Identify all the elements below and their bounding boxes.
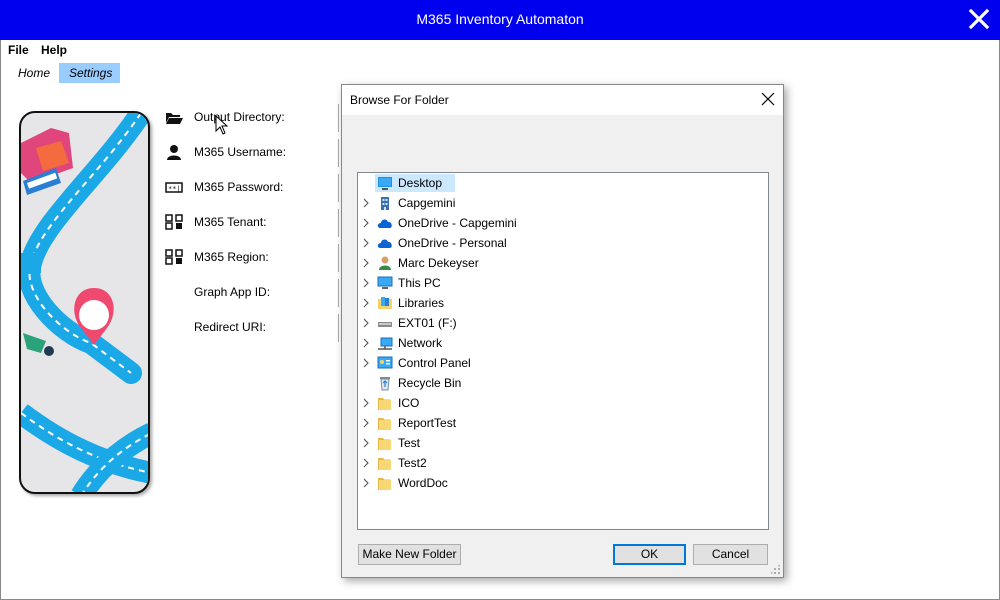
desktop-icon [378,177,392,190]
folder-icon [378,478,391,490]
tree-item[interactable]: This PC [358,273,768,293]
network-icon [378,337,393,350]
make-new-folder-button[interactable]: Make New Folder [358,544,461,565]
chevron-right-icon[interactable] [362,398,370,408]
tree-item[interactable]: WordDoc [358,473,768,493]
tree-item[interactable]: Marc Dekeyser [358,253,768,273]
map-illustration-graphic [21,113,148,492]
libraries-icon [378,297,392,309]
cancel-button[interactable]: Cancel [693,544,768,565]
tree-item[interactable]: Libraries [358,293,768,313]
tree-item[interactable]: Capgemini [358,193,768,213]
resize-grip-icon[interactable] [771,565,781,575]
chevron-right-icon[interactable] [362,318,370,328]
folder-icon [378,418,391,430]
graph-app-id-label: Graph App ID: [194,285,271,299]
window-title: M365 Inventory Automaton [416,11,584,27]
tree-item-label: Desktop [398,176,443,190]
chevron-right-icon[interactable] [362,458,370,468]
tab-home[interactable]: Home [8,63,60,83]
building-icon [381,197,389,210]
dialog-close-icon[interactable] [761,92,775,106]
tree-item-label: Test2 [398,456,427,470]
tab-settings[interactable]: Settings [59,63,120,83]
region-icon [165,249,183,265]
tree-item-label: Recycle Bin [398,376,462,390]
ok-button[interactable]: OK [613,544,686,565]
password-label: M365 Password: [194,180,284,194]
chevron-right-icon[interactable] [362,238,370,248]
menu-help[interactable]: Help [41,43,67,57]
chevron-right-icon[interactable] [362,278,370,288]
chevron-right-icon[interactable] [362,258,370,268]
folder-icon [378,458,391,470]
menu-file[interactable]: File [8,43,29,57]
tenant-label: M365 Tenant: [194,215,267,229]
tree-item-label: Test [398,436,421,450]
computer-icon [377,276,393,289]
output-directory-label: Output Directory: [194,110,285,124]
password-icon: **| [165,182,183,193]
dialog-title-bar: Browse For Folder [342,85,783,115]
tree-item-label: Network [398,336,443,350]
tree-item[interactable]: Network [358,333,768,353]
chevron-right-icon[interactable] [362,418,370,428]
cloud-icon [377,239,392,248]
tree-item[interactable]: Test [358,433,768,453]
folder-tree[interactable]: Desktop Capgemini OneDrive - Capgemini OneD… [357,172,769,530]
title-bar: M365 Inventory Automaton [0,0,1000,40]
chevron-right-icon[interactable] [362,478,370,488]
tree-item[interactable]: EXT01 (F:) [358,313,768,333]
tree-item-label: This PC [398,276,441,290]
tree-item-label: Libraries [398,296,445,310]
tree-item-label: Marc Dekeyser [398,256,479,270]
tree-item-label: ICO [398,396,420,410]
user-folder-icon [379,256,391,270]
tree-item-label: OneDrive - Personal [398,236,507,250]
dialog-title: Browse For Folder [350,93,449,107]
tenant-icon [165,214,183,230]
username-label: M365 Username: [194,145,287,159]
tree-item-label: OneDrive - Capgemini [398,216,517,230]
close-icon[interactable] [968,8,990,30]
tree-item[interactable]: ICO [358,393,768,413]
tree-item-label: ReportTest [398,416,457,430]
chevron-right-icon[interactable] [362,358,370,368]
browse-folder-dialog: Browse For Folder Desktop Capgemini OneDri… [341,84,784,578]
svg-text:**|: **| [168,185,181,193]
tree-item[interactable]: OneDrive - Capgemini [358,213,768,233]
chevron-right-icon[interactable] [362,218,370,228]
tree-item-label: Control Panel [398,356,471,370]
user-icon [167,145,181,160]
control-panel-icon [377,356,393,369]
tree-item-label: EXT01 (F:) [398,316,457,330]
tree-item[interactable]: OneDrive - Personal [358,233,768,253]
tree-item[interactable]: ReportTest [358,413,768,433]
menu-bar: File Help [0,41,1000,59]
recycle-bin-icon [380,377,390,391]
mouse-cursor-icon [215,115,229,135]
chevron-right-icon[interactable] [362,298,370,308]
chevron-right-icon[interactable] [362,198,370,208]
cloud-icon [377,219,392,228]
chevron-right-icon[interactable] [362,438,370,448]
tree-item-label: Capgemini [398,196,456,210]
tree-item[interactable]: Recycle Bin [358,373,768,393]
tree-item-label: WordDoc [398,476,448,490]
tree-item[interactable]: Test2 [358,453,768,473]
redirect-uri-label: Redirect URI: [194,320,267,334]
drive-icon [378,322,392,327]
tree-item[interactable]: Desktop [358,173,768,193]
chevron-right-icon[interactable] [362,338,370,348]
folder-icon [378,398,391,410]
tree-item[interactable]: Control Panel [358,353,768,373]
folder-icon [378,438,391,450]
folder-open-icon [166,113,183,124]
map-illustration [19,111,150,494]
region-label: M365 Region: [194,250,269,264]
